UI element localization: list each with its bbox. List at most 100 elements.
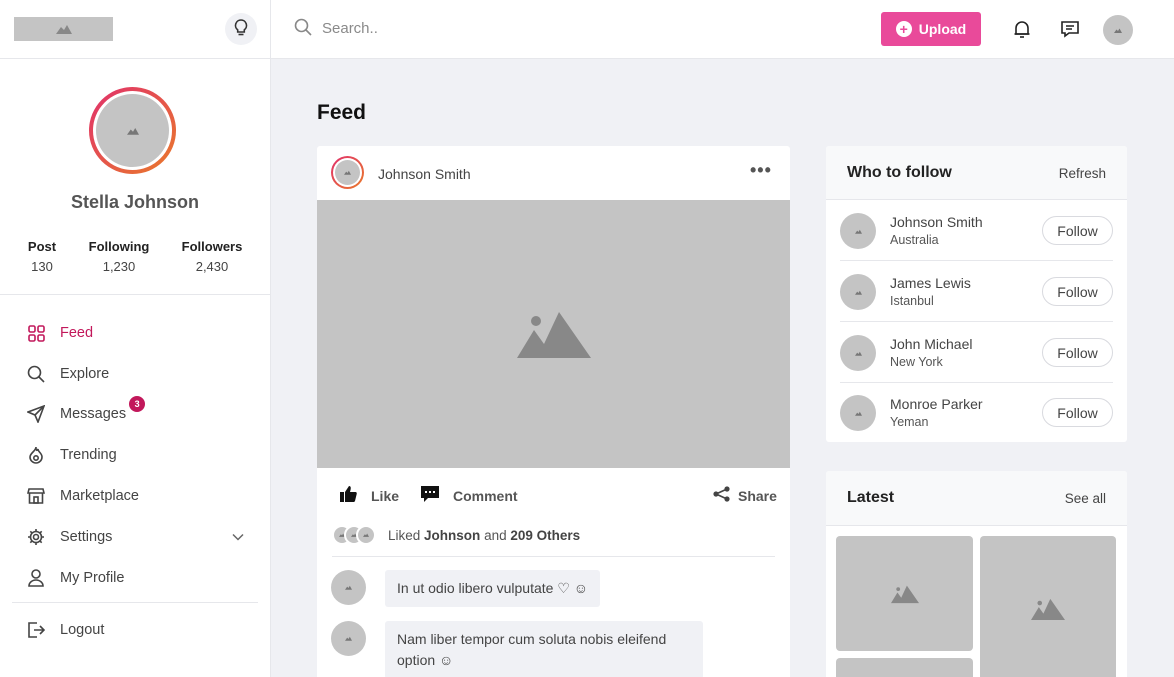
post-author-avatar[interactable] [335, 160, 360, 185]
sidebar-item-logout[interactable]: Logout [26, 618, 104, 642]
liked-prefix: Liked [388, 527, 421, 543]
who-to-follow-card: Who to follow Refresh Johnson Smith Aust… [826, 146, 1127, 442]
post-actions: Like Comment Share [317, 486, 790, 508]
sidebar-item-explore[interactable]: Explore [26, 362, 109, 386]
comment-item: Nam liber tempor cum soluta nobis eleife… [331, 621, 703, 677]
suggestion-name[interactable]: John Michael [890, 336, 973, 352]
latest-thumbnail[interactable] [980, 536, 1116, 677]
more-options-icon[interactable]: ••• [750, 160, 772, 181]
post-author-avatar-ring [331, 156, 364, 189]
sidebar-divider [0, 294, 270, 295]
user-avatar[interactable] [1103, 15, 1133, 45]
latest-header: Latest See all [826, 471, 1127, 526]
stat-following: Following 1,230 [83, 239, 155, 274]
chevron-down-icon[interactable] [232, 529, 244, 545]
commenter-avatar[interactable] [331, 621, 366, 656]
liked-others[interactable]: 209 Others [510, 528, 580, 543]
share-label: Share [738, 487, 777, 504]
post-image[interactable] [317, 200, 790, 468]
sidebar-item-label: Explore [60, 366, 110, 382]
message-icon[interactable] [1059, 18, 1081, 40]
comment-icon [421, 486, 439, 505]
comment-button[interactable]: Comment [421, 486, 518, 505]
stat-label: Post [27, 239, 57, 254]
suggestion-name[interactable]: James Lewis [890, 275, 971, 291]
suggestion-avatar[interactable] [840, 335, 876, 371]
latest-thumbnail[interactable] [836, 536, 973, 651]
follow-button[interactable]: Follow [1042, 216, 1113, 245]
comment-label: Comment [453, 487, 518, 504]
comment-item: In ut odio libero vulputate ♡ ☺ [331, 570, 601, 607]
see-all-link[interactable]: See all [1065, 491, 1106, 506]
stat-post: Post 130 [22, 239, 62, 274]
sidebar-item-label: Trending [60, 447, 117, 463]
comment-line: option ☺ [397, 652, 454, 668]
sidebar-item-label: Messages 3 [60, 396, 146, 422]
sidebar-item-label: My Profile [60, 570, 125, 586]
share-button[interactable]: Share [713, 486, 777, 505]
upload-button[interactable]: + Upload [881, 12, 981, 46]
sidebar-item-label: Logout [60, 622, 105, 638]
latest-card: Latest See all [826, 471, 1127, 677]
suggestion-location: Istanbul [890, 294, 934, 308]
flame-icon [26, 445, 46, 465]
lightbulb-icon [233, 18, 249, 40]
post-header: Johnson Smith ••• [317, 146, 790, 200]
sidebar-item-feed[interactable]: Feed [26, 321, 93, 345]
notifications-bell-icon[interactable] [1011, 18, 1033, 40]
search-bar [294, 18, 722, 39]
like-button[interactable]: Like [340, 486, 399, 505]
follow-button[interactable]: Follow [1042, 277, 1113, 306]
follow-suggestion: John Michael New York Follow [840, 322, 1113, 383]
top-header: + Upload [0, 0, 1174, 59]
suggestion-name[interactable]: Johnson Smith [890, 214, 983, 230]
send-icon [26, 404, 46, 424]
sidebar: Stella Johnson Post 130 Following 1,230 … [0, 59, 271, 677]
sidebar-item-settings[interactable]: Settings [26, 525, 256, 549]
sidebar-item-messages[interactable]: Messages 3 [26, 396, 146, 426]
stat-value: 130 [31, 259, 53, 274]
sidebar-item-label: Settings [60, 529, 113, 545]
commenter-avatar[interactable] [331, 570, 366, 605]
follow-button[interactable]: Follow [1042, 338, 1113, 367]
suggestion-avatar[interactable] [840, 274, 876, 310]
suggestion-avatar[interactable] [840, 395, 876, 431]
follow-button[interactable]: Follow [1042, 398, 1113, 427]
grid-icon [26, 323, 46, 343]
post-divider [332, 556, 775, 557]
refresh-link[interactable]: Refresh [1059, 166, 1106, 181]
liker-avatar[interactable] [356, 525, 376, 545]
who-to-follow-header: Who to follow Refresh [826, 146, 1127, 200]
stat-label: Followers [181, 239, 243, 254]
page-title: Feed [317, 101, 367, 124]
sidebar-divider [12, 602, 258, 603]
sidebar-item-my-profile[interactable]: My Profile [26, 566, 124, 590]
header-divider [270, 0, 271, 59]
liked-name[interactable]: Johnson [424, 528, 480, 543]
suggestion-name[interactable]: Monroe Parker [890, 396, 983, 412]
who-to-follow-title: Who to follow [847, 164, 952, 181]
sidebar-item-trending[interactable]: Trending [26, 443, 117, 467]
liked-middle: and [484, 527, 507, 543]
sidebar-item-label: Feed [60, 325, 94, 341]
post-author-name[interactable]: Johnson Smith [378, 166, 471, 182]
messages-badge: 3 [129, 396, 146, 412]
search-icon [294, 18, 312, 39]
user-icon [26, 568, 46, 588]
follow-suggestion: Johnson Smith Australia Follow [840, 200, 1113, 261]
logo[interactable] [14, 17, 113, 41]
suggestion-avatar[interactable] [840, 213, 876, 249]
share-icon [713, 486, 730, 505]
follow-suggestion: James Lewis Istanbul Follow [840, 261, 1113, 322]
liked-by-text: Liked Johnson and 209 Others [388, 528, 580, 543]
lightbulb-button[interactable] [225, 13, 257, 45]
plus-icon: + [895, 21, 912, 37]
follow-suggestion: Monroe Parker Yeman Follow [840, 382, 1113, 443]
latest-thumbnail[interactable] [836, 658, 973, 677]
profile-avatar[interactable] [96, 94, 169, 167]
sidebar-item-marketplace[interactable]: Marketplace [26, 484, 139, 508]
latest-title: Latest [847, 489, 895, 506]
search-input[interactable] [322, 20, 722, 37]
stat-label: Following [88, 239, 150, 254]
suggestion-location: Yeman [890, 415, 929, 429]
